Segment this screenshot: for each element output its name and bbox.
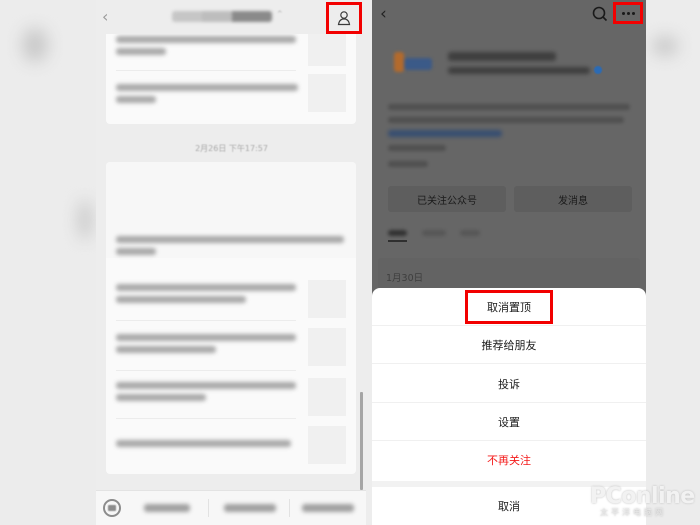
blurred-background-shape	[78, 200, 92, 240]
recommend-to-friend-button[interactable]: 推荐给朋友	[372, 326, 646, 364]
profile-button[interactable]	[326, 2, 362, 34]
more-dots-icon	[626, 11, 630, 15]
more-dots-icon	[631, 11, 635, 15]
menu-item-1[interactable]	[144, 504, 190, 512]
chat-title	[172, 11, 272, 22]
date-label: 1月30日	[386, 273, 424, 284]
title-caret-icon: ⌃	[276, 10, 284, 20]
article-thumbnail	[308, 426, 346, 464]
article-title-blur	[116, 96, 156, 103]
article-title-blur	[116, 346, 216, 353]
divider	[116, 418, 296, 419]
article-title-blur	[116, 394, 206, 401]
watermark-logo: PConline	[590, 484, 695, 509]
menu-item-3[interactable]	[302, 504, 354, 512]
account-name-blur	[448, 52, 556, 61]
tab-active-indicator	[388, 240, 407, 242]
person-icon	[337, 11, 351, 26]
divider	[116, 70, 296, 71]
tab-channels[interactable]	[422, 230, 446, 236]
bottom-menu	[96, 490, 366, 525]
article-card[interactable]	[106, 162, 356, 474]
tab-services[interactable]	[460, 230, 480, 236]
chevron-left-icon[interactable]: ‹	[380, 4, 387, 24]
menu-item-2[interactable]	[224, 504, 276, 512]
article-title-blur	[116, 36, 296, 43]
send-message-button[interactable]: 发消息	[514, 186, 632, 212]
article-title-blur	[116, 334, 296, 341]
article-title-blur	[116, 84, 298, 91]
article-title-blur	[116, 284, 296, 291]
keyboard-toggle-icon[interactable]	[103, 499, 121, 517]
company-name-blur	[448, 67, 590, 74]
menu-separator	[289, 499, 290, 517]
unfollow-button[interactable]: 不再关注	[372, 441, 646, 479]
article-title-blur	[116, 382, 296, 389]
cover-caption-blur	[116, 236, 344, 243]
report-button[interactable]: 投诉	[372, 365, 646, 403]
more-dots-icon	[621, 11, 625, 15]
article-card[interactable]	[106, 28, 356, 124]
description-blur	[388, 104, 630, 110]
tab-messages[interactable]	[388, 230, 407, 236]
profile-screen: ‹ 已关注公众号 发消息 1月30日 取消置顶 推荐给朋友 投诉 设置 不再关注…	[372, 0, 646, 525]
scrollbar[interactable]	[360, 392, 363, 490]
search-icon[interactable]	[590, 4, 610, 24]
article-thumbnail	[308, 328, 346, 366]
description-blur	[388, 117, 624, 123]
cover-caption-blur	[116, 248, 156, 255]
settings-button[interactable]: 设置	[372, 403, 646, 441]
article-thumbnail	[308, 378, 346, 416]
divider	[116, 320, 296, 321]
article-thumbnail	[308, 74, 346, 112]
article-title-blur	[116, 440, 291, 447]
article-title-blur	[116, 296, 246, 303]
article-title-blur	[116, 48, 166, 55]
message-timestamp: 2月26日 下午17:57	[195, 144, 268, 153]
blurred-background-shape	[652, 36, 678, 56]
verified-badge-icon	[594, 66, 602, 74]
menu-separator	[208, 499, 209, 517]
chevron-left-icon[interactable]: ‹	[102, 8, 116, 26]
followed-button[interactable]: 已关注公众号	[388, 186, 506, 212]
unpin-button[interactable]: 取消置顶	[372, 288, 646, 326]
divider	[116, 370, 296, 371]
cover-image[interactable]	[106, 162, 356, 258]
account-logo	[394, 50, 432, 74]
article-thumbnail	[308, 280, 346, 318]
chat-header: ‹ 广东电信天翼高清 ⌃	[96, 0, 366, 34]
blurred-background-shape	[22, 28, 48, 62]
more-button[interactable]	[613, 2, 643, 24]
account-link[interactable]	[388, 130, 502, 137]
meta-line-blur	[388, 145, 446, 151]
meta-line-blur	[388, 161, 428, 167]
watermark-subtitle: 太平洋电脑网	[600, 508, 666, 517]
chat-screen: 2月26日 下午17:57 ‹ 广东电信天翼高清 ⌃	[96, 0, 366, 525]
